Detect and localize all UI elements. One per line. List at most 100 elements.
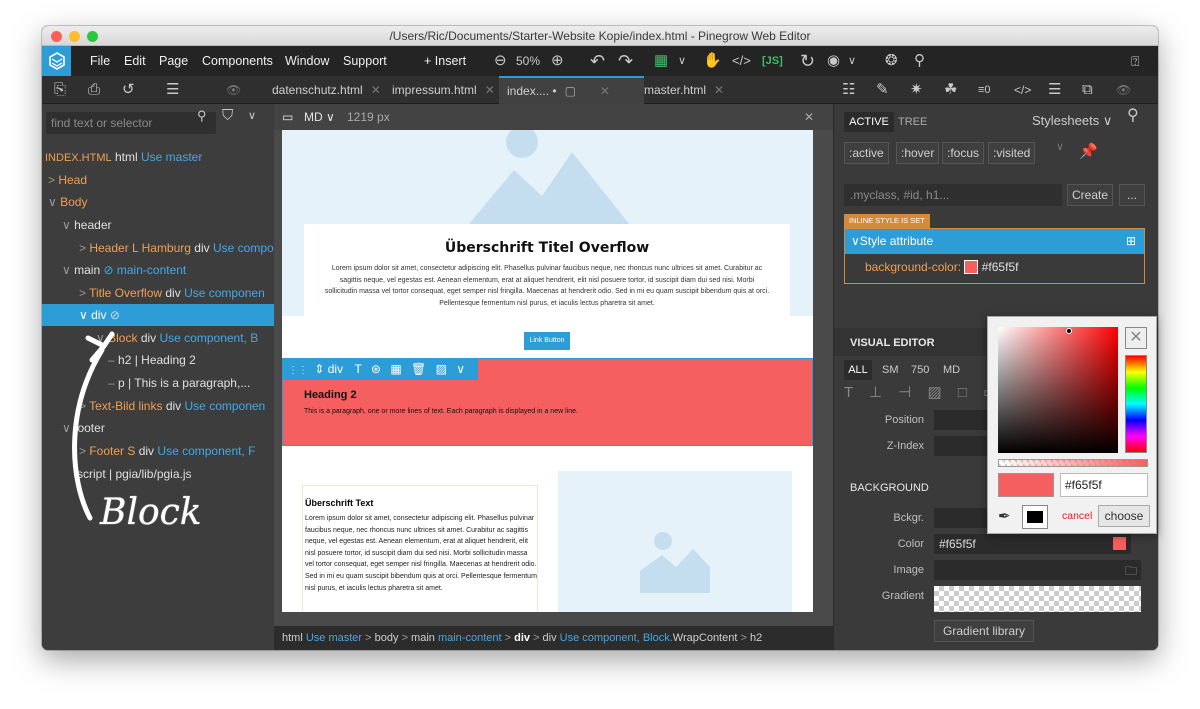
- drag-handle-icon[interactable]: ⋮⋮: [288, 365, 308, 376]
- grid-icon[interactable]: ▦: [390, 362, 401, 376]
- component-link[interactable]: Use component,: [157, 444, 244, 458]
- menu-window[interactable]: Window: [285, 54, 329, 68]
- js-icon[interactable]: [JS]: [762, 46, 783, 76]
- chevron-right-icon[interactable]: >: [79, 286, 89, 300]
- create-button[interactable]: Create: [1067, 184, 1113, 206]
- image-placeholder[interactable]: [558, 471, 792, 612]
- text-card[interactable]: Überschrift Text Lorem ipsum dolor sit a…: [302, 485, 538, 612]
- crumb-html[interactable]: html: [282, 632, 303, 644]
- pseudo-hover[interactable]: :hover: [896, 142, 940, 164]
- menu-page[interactable]: Page: [159, 54, 188, 68]
- eye-icon[interactable]: 👁: [1116, 76, 1131, 104]
- chevron-down-icon[interactable]: ∨: [678, 46, 686, 76]
- move-icon[interactable]: ⇕: [314, 362, 324, 376]
- chevron-down-icon[interactable]: ∨: [62, 263, 74, 277]
- undo-icon[interactable]: ↶: [590, 46, 605, 76]
- eye-icon[interactable]: 👁: [226, 76, 241, 104]
- cancel-link[interactable]: cancel: [1062, 510, 1092, 522]
- image-field[interactable]: 🗀: [934, 560, 1141, 580]
- preview-icon[interactable]: ◉: [827, 46, 840, 76]
- tree-search-input[interactable]: find text or selector: [46, 112, 216, 134]
- tree-row-title[interactable]: > Title Overflow div Use componen: [42, 282, 274, 304]
- bp-all[interactable]: ALL: [844, 360, 872, 380]
- settings-wheel-icon[interactable]: ❂: [885, 46, 898, 76]
- saturation-area[interactable]: [998, 327, 1118, 453]
- hex-input[interactable]: #f65f5f: [1060, 473, 1148, 497]
- class-input[interactable]: .myclass, #id, h1...: [844, 184, 1062, 206]
- code-icon[interactable]: </>: [732, 46, 751, 76]
- crumb-div-block[interactable]: div: [543, 632, 557, 644]
- device-icon[interactable]: ▭: [282, 104, 293, 130]
- reload-icon[interactable]: ↺: [122, 76, 135, 104]
- chevron-right-icon[interactable]: >: [79, 241, 89, 255]
- tree-icon[interactable]: ☰: [166, 76, 179, 104]
- tab-index[interactable]: index.... • ▢ ✕: [499, 76, 644, 104]
- menu-support[interactable]: Support: [343, 54, 387, 68]
- magic-icon[interactable]: ✷: [910, 76, 923, 104]
- menu-edit[interactable]: Edit: [124, 54, 146, 68]
- stylesheets-dropdown[interactable]: Stylesheets ∨: [1032, 113, 1112, 129]
- component-link[interactable]: Use componen: [184, 286, 265, 300]
- bp-md[interactable]: MD: [943, 360, 960, 380]
- filter-icon[interactable]: ⛉: [222, 101, 233, 131]
- close-icon[interactable]: ✕: [1125, 327, 1147, 349]
- saturation-handle[interactable]: [1066, 328, 1072, 334]
- bckgr-field[interactable]: [934, 508, 994, 528]
- crumb-master[interactable]: Use master: [306, 632, 362, 644]
- preview-chevron-icon[interactable]: ∨: [848, 46, 856, 76]
- hue-slider[interactable]: [1125, 355, 1147, 453]
- color-swatch[interactable]: [1113, 537, 1126, 550]
- breakpoint-select[interactable]: MD ∨: [304, 104, 335, 130]
- crumb-body[interactable]: body: [375, 632, 399, 644]
- chevron-down-icon[interactable]: ∨: [62, 218, 74, 232]
- page-icon[interactable]: ⎘: [54, 76, 66, 104]
- close-icon[interactable]: ✕: [485, 83, 495, 97]
- gradient-library-button[interactable]: Gradient library: [934, 620, 1035, 642]
- crumb-main[interactable]: main: [411, 632, 435, 644]
- bp-750[interactable]: 750: [911, 360, 929, 380]
- close-icon[interactable]: ✕: [600, 84, 610, 98]
- link-icon[interactable]: ⊛: [371, 362, 381, 376]
- pinegrow-logo-icon[interactable]: [42, 46, 71, 76]
- search-icon[interactable]: ⚲: [1127, 101, 1139, 131]
- zoom-out-icon[interactable]: ⊖: [494, 46, 507, 76]
- tab-impressum[interactable]: impressum.html ✕: [384, 76, 495, 104]
- code-icon[interactable]: </>: [1014, 76, 1031, 104]
- tree-row-index[interactable]: INDEX.HTML html Use master: [42, 146, 274, 168]
- components-icon[interactable]: ⧉: [1082, 76, 1093, 104]
- props-icon[interactable]: ≡0: [978, 76, 991, 104]
- tree-row-header-component[interactable]: > Header L Hamburg div Use compo: [42, 237, 274, 259]
- tab-master[interactable]: master.html ✕: [636, 76, 724, 104]
- pattern-icon[interactable]: ▨: [436, 362, 447, 376]
- pin-icon[interactable]: 📌: [1079, 140, 1098, 164]
- gradient-preview[interactable]: [934, 586, 1141, 612]
- window-icon[interactable]: ▢: [565, 84, 576, 98]
- refresh-icon[interactable]: ↻: [800, 46, 815, 76]
- color-swatch[interactable]: [964, 260, 979, 274]
- component-link[interactable]: Use component,: [160, 331, 247, 345]
- tree-row-header[interactable]: ∨ header: [42, 214, 274, 236]
- pseudo-active[interactable]: :active: [844, 142, 889, 164]
- pseudo-focus[interactable]: :focus: [942, 142, 985, 164]
- grid-icon[interactable]: ▦: [654, 46, 668, 76]
- component-link[interactable]: Use componen: [185, 399, 266, 413]
- menu-file[interactable]: File: [90, 54, 110, 68]
- text-edit-icon[interactable]: T: [354, 362, 361, 376]
- trash-icon[interactable]: 🗑: [411, 362, 426, 376]
- bp-sm[interactable]: SM: [882, 360, 899, 380]
- zindex-field[interactable]: [934, 436, 994, 456]
- palette-icon[interactable]: ☘: [944, 76, 957, 104]
- tree-row-main[interactable]: ∨ main ⊘ main-content: [42, 259, 274, 281]
- chevron-down-icon[interactable]: ∨: [1056, 100, 1064, 194]
- chevron-down-icon[interactable]: ∨: [48, 195, 60, 209]
- more-button[interactable]: ...: [1119, 184, 1145, 206]
- hero-card[interactable]: Überschrift Titel Overflow Lorem ipsum d…: [304, 224, 790, 324]
- brush-icon[interactable]: ✎: [876, 76, 889, 104]
- crumb-div[interactable]: div: [514, 632, 530, 644]
- tree-row-body[interactable]: ∨ Body: [42, 191, 274, 213]
- chevron-right-icon[interactable]: >: [48, 173, 58, 187]
- eyedropper-icon[interactable]: ✒: [998, 507, 1011, 525]
- link-button[interactable]: Link Button: [524, 332, 570, 350]
- menu-components[interactable]: Components: [202, 54, 273, 68]
- style-attribute-header[interactable]: ∨Style attribute ⊞: [845, 229, 1144, 254]
